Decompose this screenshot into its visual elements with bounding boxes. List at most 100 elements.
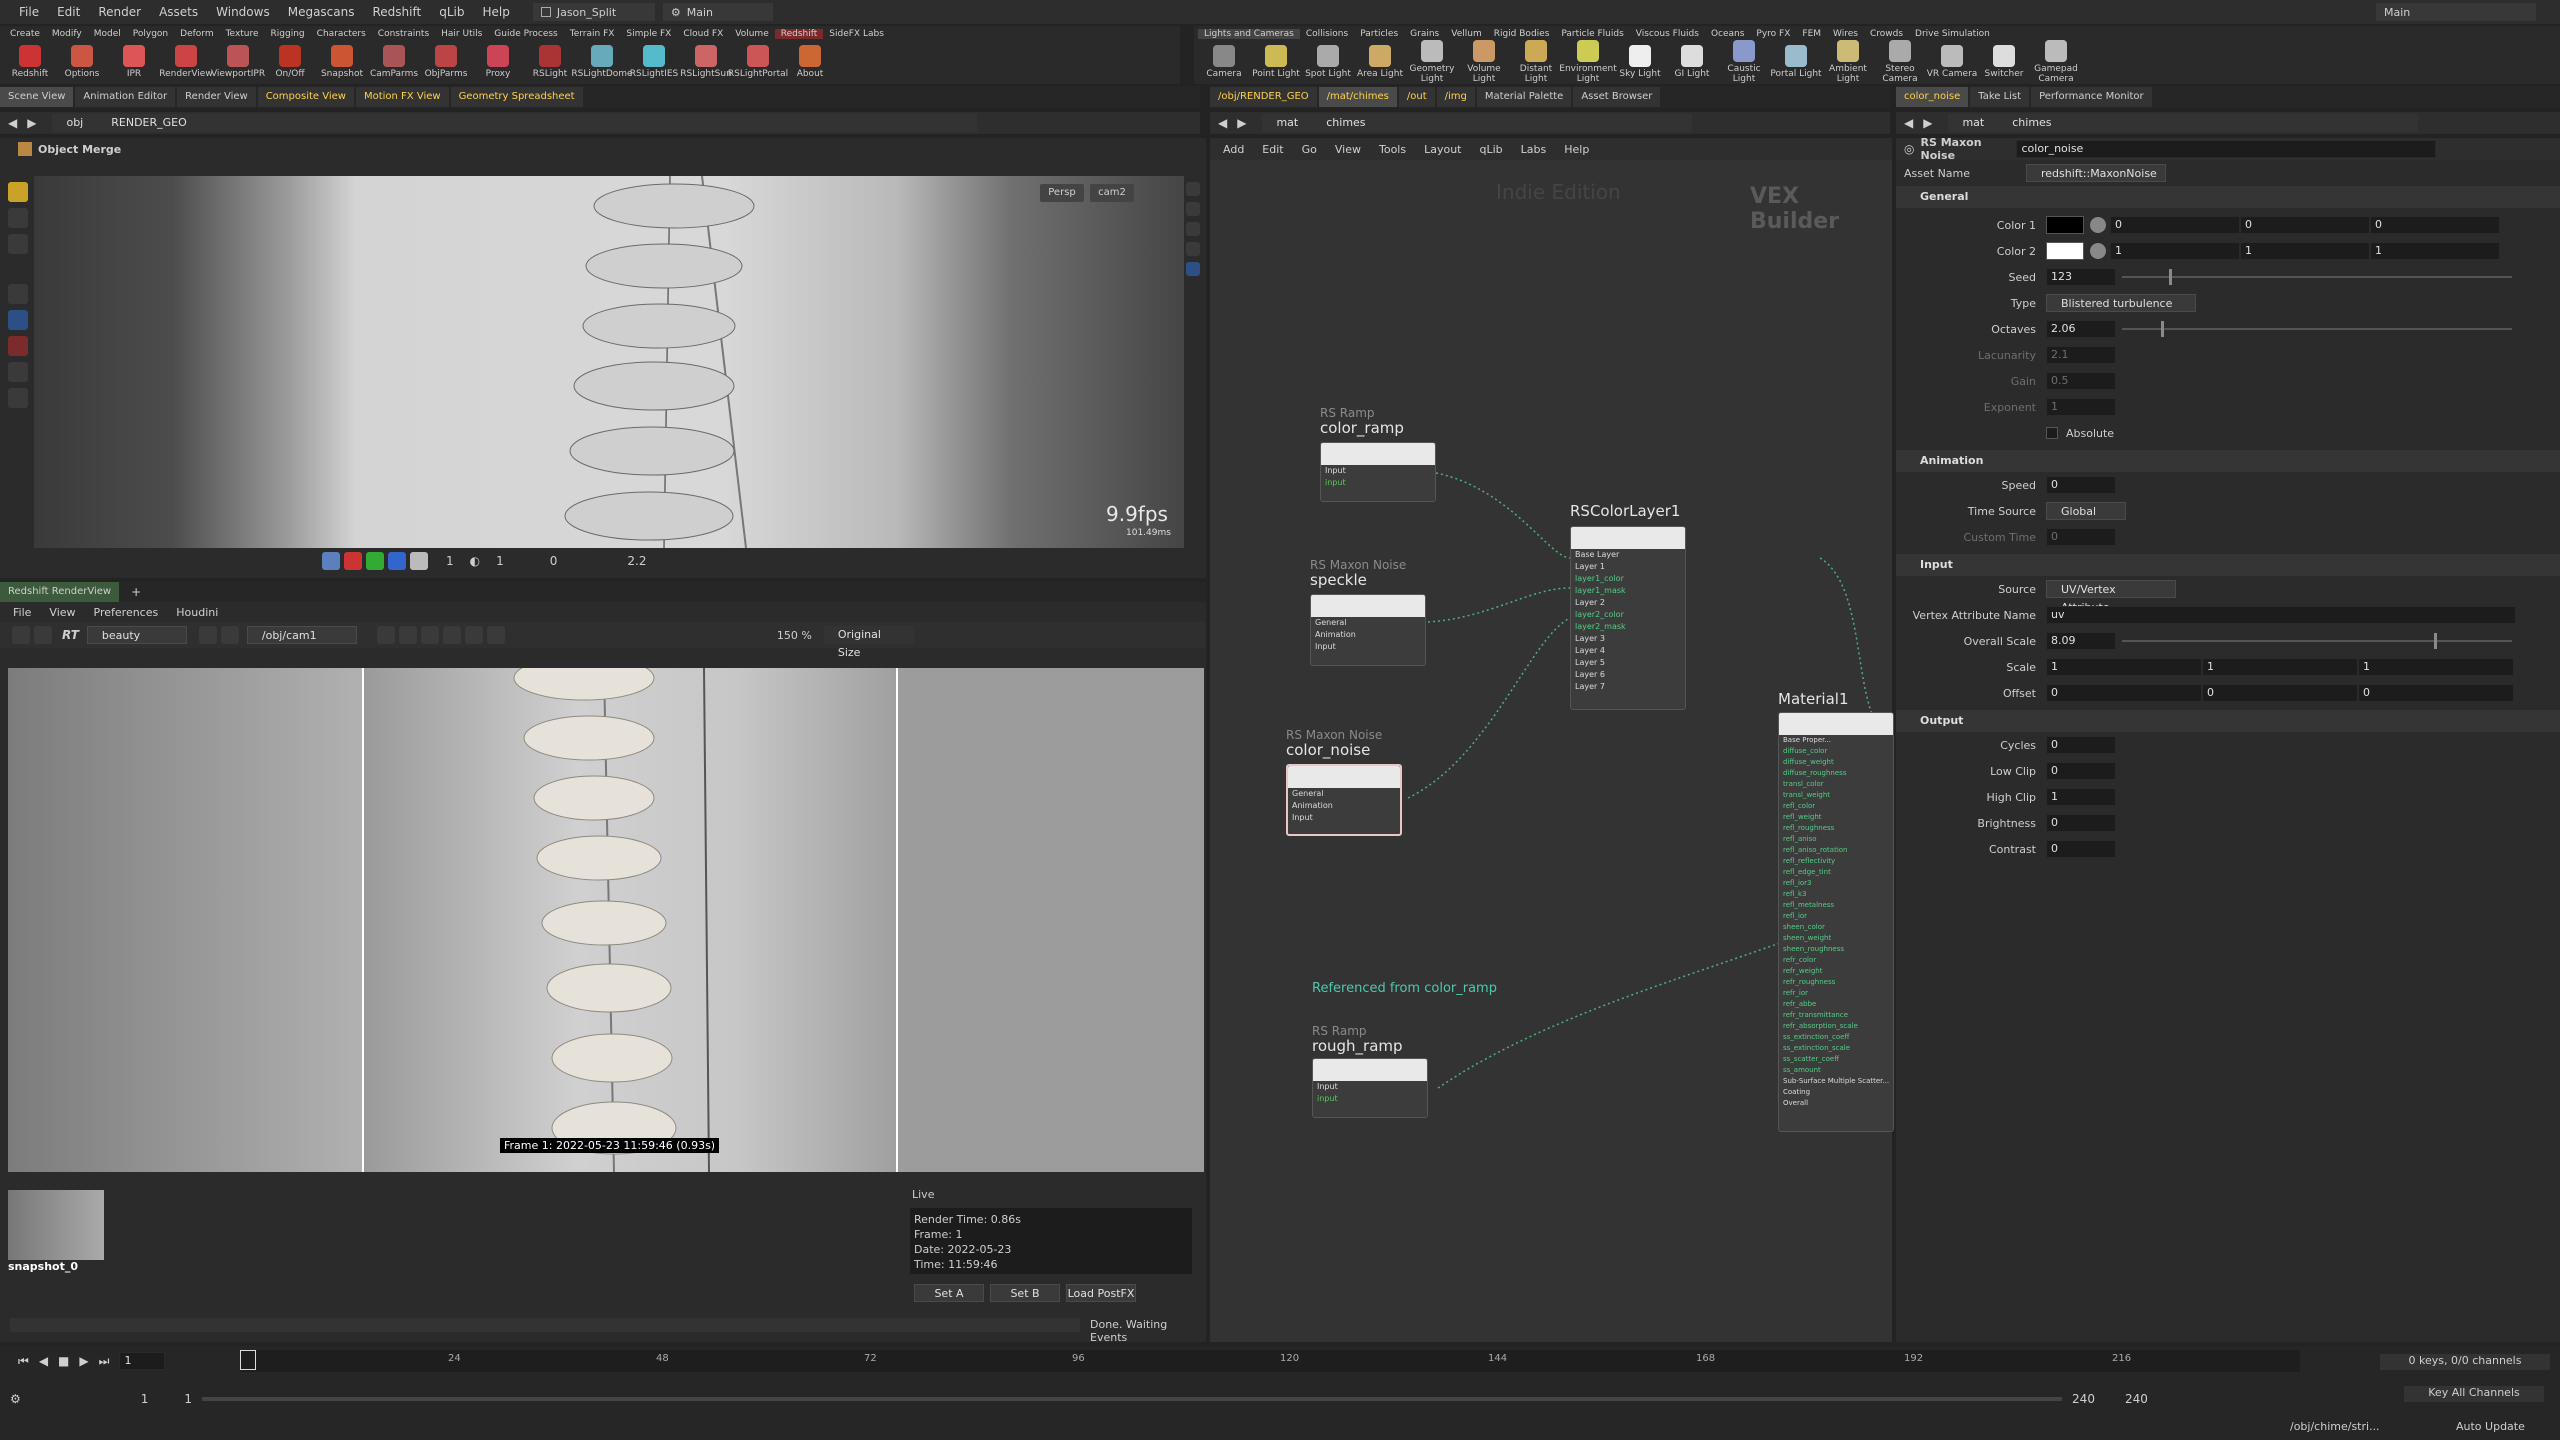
lock-view-icon[interactable] bbox=[486, 626, 505, 644]
menu-item-file[interactable]: File bbox=[10, 5, 48, 19]
shelf-tab-volume[interactable]: Volume bbox=[729, 29, 774, 39]
forward-arrow-icon[interactable]: ▶ bbox=[27, 116, 36, 130]
layer-pin[interactable]: Layer 7 bbox=[1571, 681, 1685, 693]
brightness-field[interactable]: 0 bbox=[2046, 814, 2116, 832]
display-icon[interactable] bbox=[1186, 242, 1200, 256]
shelf-tab-guide-process[interactable]: Guide Process bbox=[488, 29, 563, 39]
menu-item-megascans[interactable]: Megascans bbox=[279, 5, 364, 19]
forward-arrow-icon[interactable]: ▶ bbox=[1923, 116, 1932, 130]
octaves-slider[interactable] bbox=[2122, 321, 2512, 337]
material-pin[interactable]: refl_reflectivity bbox=[1779, 856, 1893, 867]
material-pin[interactable]: refl_color bbox=[1779, 801, 1893, 812]
gamma-icon[interactable]: ◐ bbox=[470, 554, 480, 568]
path-crumb-chimes[interactable]: chimes bbox=[1312, 114, 1693, 132]
add-tab-icon[interactable]: + bbox=[131, 585, 141, 599]
offset-y[interactable]: 0 bbox=[2202, 684, 2358, 702]
region-icon[interactable] bbox=[376, 626, 395, 644]
start-frame-2[interactable]: 1 bbox=[184, 1392, 192, 1406]
layer-pin[interactable]: Layer 1 bbox=[1571, 561, 1685, 573]
shelf-tab-polygon[interactable]: Polygon bbox=[127, 29, 174, 39]
shelf-tab-create[interactable]: Create bbox=[4, 29, 46, 39]
scale-z[interactable]: 1 bbox=[2358, 658, 2514, 676]
pane-tab-color-noise[interactable]: color_noise bbox=[1896, 87, 1969, 107]
shelf-tab-collisions[interactable]: Collisions bbox=[1300, 29, 1354, 39]
layer-pin[interactable]: Layer 6 bbox=[1571, 669, 1685, 681]
stop-icon[interactable] bbox=[34, 626, 52, 644]
shelf-tool-on-off[interactable]: On/Off bbox=[264, 45, 316, 79]
material-pin[interactable]: diffuse_roughness bbox=[1779, 768, 1893, 779]
seed-slider[interactable] bbox=[2122, 269, 2512, 285]
render-btn-load-postfx[interactable]: Load PostFX bbox=[1066, 1284, 1136, 1302]
shelf-tool-options[interactable]: Options bbox=[56, 45, 108, 79]
persp-menu[interactable]: Persp bbox=[1040, 184, 1084, 202]
shelf-tool-geometry-light[interactable]: Geometry Light bbox=[1406, 40, 1458, 84]
shelf-tool-vr-camera[interactable]: VR Camera bbox=[1926, 45, 1978, 79]
pin[interactable]: General bbox=[1311, 617, 1425, 629]
menu-item-render[interactable]: Render bbox=[89, 5, 150, 19]
menu-item-redshift[interactable]: Redshift bbox=[364, 5, 431, 19]
gamma-value[interactable]: 1 bbox=[496, 554, 504, 568]
shelf-tab-rigid-bodies[interactable]: Rigid Bodies bbox=[1488, 29, 1556, 39]
camera-icon[interactable] bbox=[1186, 222, 1200, 236]
shelf-tool-point-light[interactable]: Point Light bbox=[1250, 45, 1302, 79]
shelf-tab-redshift[interactable]: Redshift bbox=[774, 29, 824, 39]
section-input[interactable]: Input bbox=[1896, 554, 2560, 576]
shelf-tab-cloud-fx[interactable]: Cloud FX bbox=[677, 29, 729, 39]
menu-item-windows[interactable]: Windows bbox=[207, 5, 279, 19]
lut-value[interactable]: 2.2 bbox=[627, 554, 646, 568]
shelf-tool-sky-light[interactable]: Sky Light bbox=[1614, 45, 1666, 79]
menu-item-help[interactable]: Help bbox=[473, 5, 518, 19]
shelf-tool-objparms[interactable]: ObjParms bbox=[420, 45, 472, 79]
aov-select[interactable]: beauty bbox=[86, 626, 187, 644]
shelf-tool-camera[interactable]: Camera bbox=[1198, 45, 1250, 79]
pane-tab-render-view[interactable]: Render View bbox=[177, 87, 256, 107]
high-clip-field[interactable]: 1 bbox=[2046, 788, 2116, 806]
layer-pin[interactable]: Layer 2 bbox=[1571, 597, 1685, 609]
material-pin[interactable]: refl_aniso_rotation bbox=[1779, 845, 1893, 856]
node-name-field[interactable]: color_noise bbox=[2016, 140, 2437, 158]
type-menu[interactable]: Blistered turbulence bbox=[2046, 294, 2196, 312]
blue-channel-icon[interactable] bbox=[388, 552, 406, 570]
renderview-menu-item-view[interactable]: View bbox=[40, 606, 84, 619]
color1-swatch[interactable] bbox=[2046, 216, 2084, 234]
jump-end-icon[interactable]: ⏭ bbox=[99, 1354, 110, 1369]
shelf-tab-model[interactable]: Model bbox=[88, 29, 127, 39]
shelf-tool-camparms[interactable]: CamParms bbox=[368, 45, 420, 79]
render-canvas[interactable]: Frame 1: 2022-05-23 11:59:46 (0.93s) bbox=[8, 655, 1204, 1173]
speckle-node[interactable]: General Animation Input bbox=[1310, 594, 1426, 666]
shelf-tool-rslightdome[interactable]: RSLightDome bbox=[571, 45, 633, 79]
shelf-tool-area-light[interactable]: Area Light bbox=[1354, 45, 1406, 79]
shelf-tool-proxy[interactable]: Proxy bbox=[472, 45, 524, 79]
pane-tab--mat-chimes[interactable]: /mat/chimes bbox=[1318, 87, 1397, 107]
material-pin[interactable]: transl_color bbox=[1779, 779, 1893, 790]
pane-tab-take-list[interactable]: Take List bbox=[1970, 87, 2030, 107]
jump-start-icon[interactable]: ⏮ bbox=[18, 1354, 29, 1369]
end-frame-2[interactable]: 240 bbox=[2125, 1392, 2148, 1406]
material-pin[interactable]: ss_scatter_coeff bbox=[1779, 1054, 1893, 1065]
shelf-tab-sidefx-labs[interactable]: SideFX Labs bbox=[823, 29, 890, 39]
seed-knob[interactable] bbox=[2168, 269, 2172, 285]
material-pin[interactable]: ss_amount bbox=[1779, 1065, 1893, 1076]
low-clip-field[interactable]: 0 bbox=[2046, 762, 2116, 780]
contrast-field[interactable]: 0 bbox=[2046, 840, 2116, 858]
pane-tab--obj-render-geo[interactable]: /obj/RENDER_GEO bbox=[1210, 87, 1317, 107]
move-tool-icon[interactable] bbox=[8, 208, 28, 228]
material-pin[interactable]: refr_roughness bbox=[1779, 977, 1893, 988]
octaves-field[interactable]: 2.06 bbox=[2046, 320, 2116, 338]
material-pin[interactable]: refl_aniso bbox=[1779, 834, 1893, 845]
color2-g[interactable]: 1 bbox=[2240, 242, 2370, 260]
render-btn-set-a[interactable]: Set A bbox=[914, 1284, 984, 1302]
path-crumb-mat[interactable]: mat bbox=[1262, 114, 1313, 132]
menu-item-qlib[interactable]: qLib bbox=[430, 5, 473, 19]
shelf-tab-rigging[interactable]: Rigging bbox=[265, 29, 311, 39]
shelf-tool-viewportipr[interactable]: ViewportIPR bbox=[211, 45, 265, 79]
select-tool-icon[interactable] bbox=[8, 182, 28, 202]
auto-update[interactable]: Auto Update bbox=[2456, 1420, 2525, 1433]
desktop-main-selector[interactable]: ⚙ Main bbox=[662, 3, 773, 21]
desktop-selector[interactable]: Jason_Split bbox=[532, 3, 655, 21]
shelf-tab-modify[interactable]: Modify bbox=[46, 29, 88, 39]
shelf-tool-stereo-camera[interactable]: Stereo Camera bbox=[1874, 40, 1926, 84]
color-wheel-icon[interactable] bbox=[2090, 243, 2106, 259]
material-pin[interactable]: refr_weight bbox=[1779, 966, 1893, 977]
color2-b[interactable]: 1 bbox=[2370, 242, 2500, 260]
